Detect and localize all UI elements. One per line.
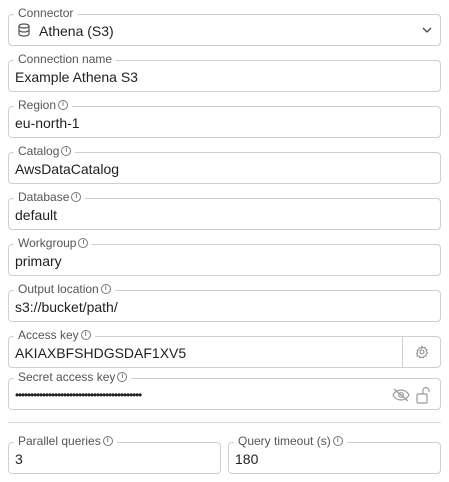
connector-select[interactable]: Connector Athena (S3) [8,6,441,46]
catalog-input[interactable]: Catalog i AwsDataCatalog [8,144,441,184]
secret-access-key-label: Secret access key i [14,370,132,384]
secret-access-key-value: ••••••••••••••••••••••••••••••••••••••••… [15,388,142,402]
database-label: Database i [14,190,86,204]
info-icon[interactable]: i [100,284,111,294]
connection-name-input[interactable]: Connection name Example Athena S3 [8,52,441,92]
info-icon[interactable]: i [58,100,69,110]
info-icon[interactable]: i [102,436,113,446]
connector-label: Connector [14,6,78,20]
output-location-label: Output location i [14,282,115,296]
secret-access-key-input[interactable]: Secret access key i •••••••••••••••••••••… [8,370,441,410]
catalog-value: AwsDataCatalog [15,161,120,177]
info-icon[interactable]: i [332,436,343,446]
output-location-value: s3://bucket/path/ [15,299,118,315]
unlock-icon[interactable] [416,386,430,404]
info-icon[interactable]: i [80,330,91,340]
eye-off-icon[interactable] [392,388,410,402]
info-icon[interactable]: i [117,372,128,382]
access-key-input[interactable]: Access key i AKIAXBFSHDGSDAF1XV5 [8,328,441,368]
query-timeout-label: Query timeout (s) i [234,434,347,448]
region-label: Region i [14,98,73,112]
query-timeout-input[interactable]: Query timeout (s) i 180 [228,434,441,474]
parallel-queries-label: Parallel queries i [14,434,117,448]
connection-name-value: Example Athena S3 [15,69,138,85]
region-value: eu-north-1 [15,115,80,131]
gear-icon [415,345,429,359]
region-input[interactable]: Region i eu-north-1 [8,98,441,138]
access-key-value: AKIAXBFSHDGSDAF1XV5 [15,345,187,361]
database-icon [18,23,30,37]
connector-value: Athena (S3) [39,23,114,39]
query-timeout-value: 180 [235,451,259,467]
workgroup-value: primary [15,253,62,269]
output-location-input[interactable]: Output location i s3://bucket/path/ [8,282,441,322]
info-icon[interactable]: i [71,192,82,202]
section-divider [8,422,441,423]
info-icon[interactable]: i [78,238,89,248]
connection-name-label: Connection name [14,52,117,66]
access-key-label: Access key i [14,328,95,342]
parallel-queries-input[interactable]: Parallel queries i 3 [8,434,221,474]
info-icon[interactable]: i [61,146,72,156]
catalog-label: Catalog i [14,144,76,158]
database-input[interactable]: Database i default [8,190,441,230]
workgroup-input[interactable]: Workgroup i primary [8,236,441,276]
workgroup-label: Workgroup i [14,236,93,250]
access-key-settings-button[interactable] [402,337,440,367]
chevron-down-icon [422,27,432,33]
parallel-queries-value: 3 [15,451,23,467]
database-value: default [15,207,58,223]
